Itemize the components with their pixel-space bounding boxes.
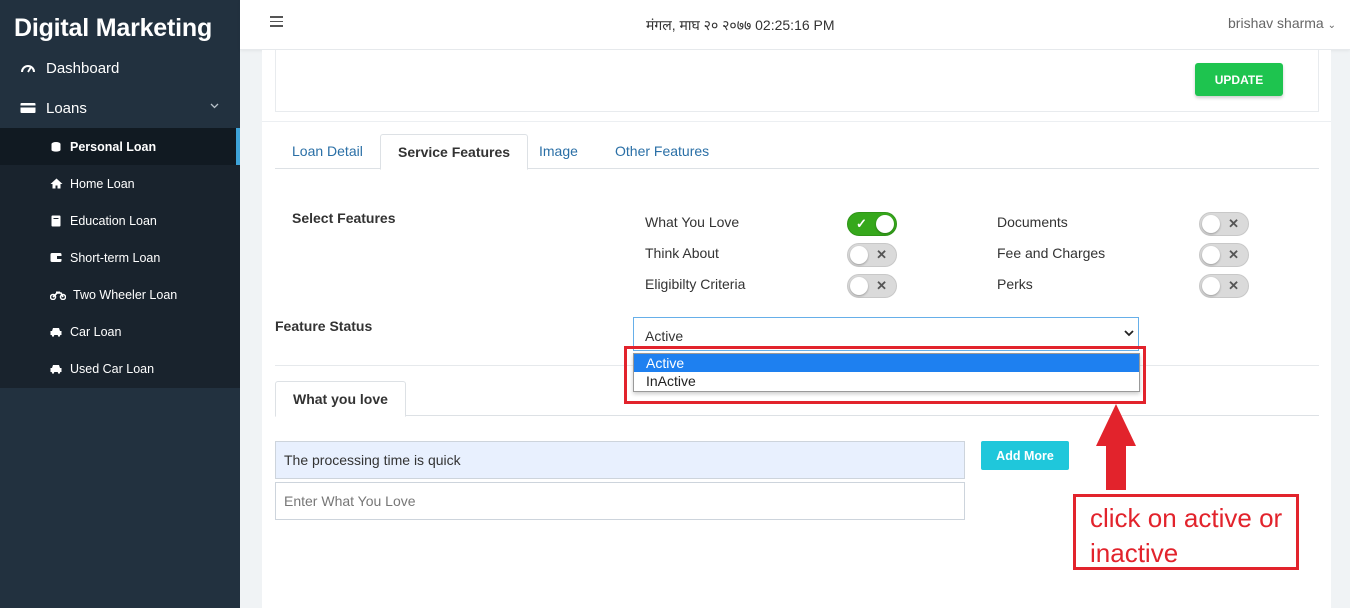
sidebar: Digital Marketing Dashboard Loans Person… xyxy=(0,0,240,608)
sidebar-item-label: Two Wheeler Loan xyxy=(73,287,178,302)
toggle-perks[interactable]: ✕ xyxy=(1199,274,1249,298)
sidebar-item-loans[interactable]: Loans xyxy=(0,97,240,119)
tab-what-you-love[interactable]: What you love xyxy=(275,381,406,417)
feature-label-think-about: Think About xyxy=(645,245,719,261)
home-icon xyxy=(49,178,63,190)
sidebar-item-short-term-loan[interactable]: Short-term Loan xyxy=(0,239,240,276)
sidebar-item-label: Used Car Loan xyxy=(70,361,155,376)
sidebar-item-car-loan[interactable]: Car Loan xyxy=(0,313,240,350)
hamburger-menu-icon[interactable] xyxy=(270,16,283,27)
user-menu[interactable]: brishav sharma ⌄ xyxy=(1228,15,1336,31)
sidebar-item-label: Loans xyxy=(46,99,87,117)
sidebar-item-label: Home Loan xyxy=(70,176,135,191)
tab-loan-detail[interactable]: Loan Detail xyxy=(275,134,380,169)
feature-status-select[interactable]: Active xyxy=(633,317,1139,351)
update-button[interactable]: UPDATE xyxy=(1195,63,1283,96)
annotation-note: click on active or inactive xyxy=(1073,494,1299,570)
user-name: brishav sharma xyxy=(1228,15,1324,31)
coins-icon xyxy=(49,141,63,153)
close-icon: ✕ xyxy=(876,247,887,262)
feature-label-perks: Perks xyxy=(997,276,1033,292)
what-you-love-empty-input[interactable]: Enter What You Love xyxy=(275,482,965,520)
toggle-what-you-love[interactable]: ✓ xyxy=(847,212,897,236)
dashboard-icon xyxy=(19,61,37,75)
option-inactive[interactable]: InActive xyxy=(634,372,1139,390)
motorcycle-icon xyxy=(49,289,66,301)
divider xyxy=(262,121,1331,122)
chevron-down-icon xyxy=(210,100,219,112)
add-more-button[interactable]: Add More xyxy=(981,441,1069,470)
sidebar-item-dashboard[interactable]: Dashboard xyxy=(0,57,240,79)
feature-label-fee-and-charges: Fee and Charges xyxy=(997,245,1106,261)
toggle-think-about[interactable]: ✕ xyxy=(847,243,897,267)
top-panel xyxy=(275,50,1319,112)
sidebar-item-label: Dashboard xyxy=(46,59,120,77)
loans-submenu: Personal Loan Home Loan Education Loan S… xyxy=(0,128,240,388)
car-icon xyxy=(49,326,63,338)
book-icon xyxy=(49,215,63,227)
wallet-icon xyxy=(49,252,63,264)
tab-service-features[interactable]: Service Features xyxy=(380,134,529,170)
feature-label-documents: Documents xyxy=(997,214,1068,230)
sidebar-item-label: Personal Loan xyxy=(70,139,157,154)
card-icon xyxy=(19,101,37,115)
chevron-down-icon xyxy=(1124,326,1134,340)
sidebar-item-personal-loan[interactable]: Personal Loan xyxy=(0,128,240,165)
option-active[interactable]: Active xyxy=(634,354,1139,372)
tab-image[interactable]: Image xyxy=(522,134,595,169)
sidebar-item-label: Education Loan xyxy=(70,213,157,228)
close-icon: ✕ xyxy=(1228,247,1239,262)
sidebar-item-label: Short-term Loan xyxy=(70,250,161,265)
toggle-documents[interactable]: ✕ xyxy=(1199,212,1249,236)
close-icon: ✕ xyxy=(876,278,887,293)
feature-label-what-you-love: What You Love xyxy=(645,214,740,230)
sidebar-item-home-loan[interactable]: Home Loan xyxy=(0,165,240,202)
top-header: मंगल, माघ २० २०७७ 02:25:16 PM brishav sh… xyxy=(240,0,1350,50)
sidebar-item-used-car-loan[interactable]: Used Car Loan xyxy=(0,350,240,387)
tab-other-features[interactable]: Other Features xyxy=(598,134,726,169)
sidebar-item-label: Car Loan xyxy=(70,324,122,339)
select-features-label: Select Features xyxy=(292,210,396,226)
close-icon: ✕ xyxy=(1228,216,1239,231)
check-icon: ✓ xyxy=(856,216,867,231)
toggle-eligibility-criteria[interactable]: ✕ xyxy=(847,274,897,298)
feature-label-eligibility-criteria: Eligibilty Criteria xyxy=(645,276,746,292)
sidebar-item-education-loan[interactable]: Education Loan xyxy=(0,202,240,239)
feature-status-label: Feature Status xyxy=(275,318,373,334)
car-icon xyxy=(49,363,63,375)
what-you-love-input[interactable]: The processing time is quick xyxy=(275,441,965,479)
sidebar-item-two-wheeler-loan[interactable]: Two Wheeler Loan xyxy=(0,276,240,313)
feature-status-dropdown: Active InActive xyxy=(633,353,1140,392)
toggle-fee-and-charges[interactable]: ✕ xyxy=(1199,243,1249,267)
close-icon: ✕ xyxy=(1228,278,1239,293)
header-date: मंगल, माघ २० २०७७ 02:25:16 PM xyxy=(646,17,835,33)
chevron-down-icon: ⌄ xyxy=(1327,20,1336,31)
annotation-arrow-icon xyxy=(1096,404,1136,490)
feature-tabs: Loan Detail Service Features Image Other… xyxy=(275,134,1319,170)
brand-title[interactable]: Digital Marketing xyxy=(14,14,212,43)
feature-status-value: Active xyxy=(645,328,684,344)
